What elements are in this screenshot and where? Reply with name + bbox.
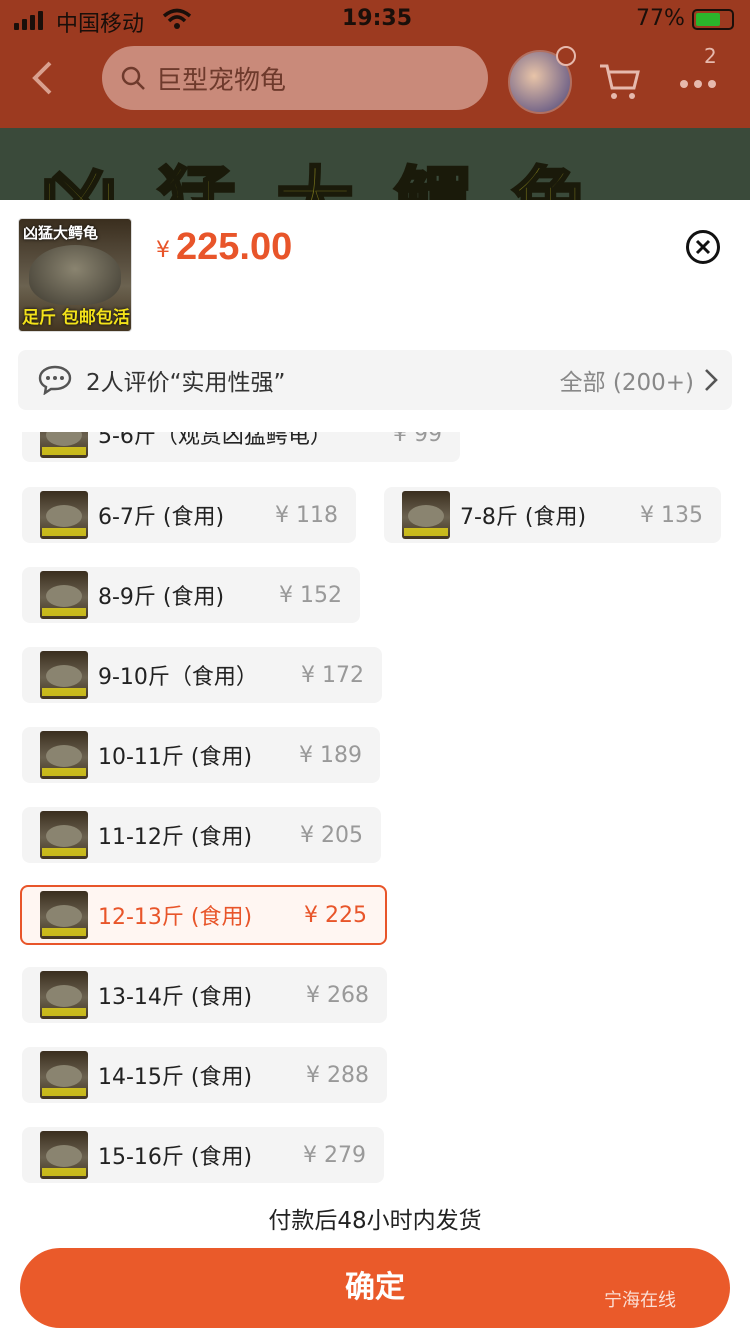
sku-option[interactable]: 15-16斤 (食用) ¥ 279 xyxy=(22,1127,384,1183)
price-value: 225.00 xyxy=(176,226,293,268)
sku-option-list: 5-6斤（观赏凶猛鳄龟） ¥ 99 6-7斤 (食用) ¥ 118 7-8斤 (… xyxy=(0,432,750,1187)
signal-icon xyxy=(14,10,43,30)
product-thumbnail[interactable]: 凶猛大鳄龟 足斤 包邮包活 xyxy=(18,218,132,332)
sku-option-price: ¥ 135 xyxy=(640,502,703,528)
turtle-image xyxy=(29,245,121,305)
back-button[interactable] xyxy=(30,60,70,104)
thumbnail-caption-bottom: 足斤 包邮包活 xyxy=(22,308,130,328)
product-banner-image: 凶猛大鳄龟 xyxy=(0,128,750,200)
sku-option-label: 12-13斤 (食用) xyxy=(98,905,253,930)
product-price: ¥225.00 xyxy=(156,226,292,269)
battery-percent: 77% xyxy=(636,6,685,31)
sku-thumbnail xyxy=(40,731,88,779)
clock: 19:35 xyxy=(342,6,413,31)
review-text: 2人评价“实用性强” xyxy=(86,370,286,396)
sku-option[interactable]: 11-12斤 (食用) ¥ 205 xyxy=(22,807,381,863)
status-bar: 中国移动 19:35 77% xyxy=(0,0,750,40)
sku-option-selected[interactable]: 12-13斤 (食用) ¥ 225 xyxy=(20,885,387,945)
sku-option-price: ¥ 152 xyxy=(279,582,342,608)
sku-option-label: 10-11斤 (食用) xyxy=(98,745,253,770)
sku-option-label: 13-14斤 (食用) xyxy=(98,985,253,1010)
sku-option[interactable]: 8-9斤 (食用) ¥ 152 xyxy=(22,567,360,623)
sku-option-label: 14-15斤 (食用) xyxy=(98,1065,253,1090)
sku-option[interactable]: 14-15斤 (食用) ¥ 288 xyxy=(22,1047,387,1103)
search-input[interactable]: 巨型宠物龟 xyxy=(102,46,488,110)
sku-option-price: ¥ 99 xyxy=(393,432,442,447)
sku-thumbnail xyxy=(40,491,88,539)
sku-option[interactable]: 7-8斤 (食用) ¥ 135 xyxy=(384,487,721,543)
thumbnail-caption-top: 凶猛大鳄龟 xyxy=(23,224,99,242)
sku-option-price: ¥ 279 xyxy=(303,1142,366,1168)
review-all-count: 全部 (200+) xyxy=(559,370,694,396)
review-summary-bar[interactable]: 2人评价“实用性强” 全部 (200+) xyxy=(18,350,732,410)
sku-option-price: ¥ 225 xyxy=(304,902,367,928)
sku-thumbnail xyxy=(40,1131,88,1179)
sku-thumbnail xyxy=(40,432,88,458)
sku-selection-sheet: 凶猛大鳄龟 足斤 包邮包活 ¥225.00 2人评价“实用性强” 全部 (200… xyxy=(0,200,750,1334)
sku-option[interactable]: 13-14斤 (食用) ¥ 268 xyxy=(22,967,387,1023)
sku-option-label: 9-10斤（食用） xyxy=(98,665,258,690)
sku-thumbnail xyxy=(40,891,88,939)
sku-option[interactable]: 9-10斤（食用） ¥ 172 xyxy=(22,647,382,703)
search-icon xyxy=(121,66,145,90)
top-nav: 巨型宠物龟 2 xyxy=(0,42,750,122)
sku-thumbnail xyxy=(40,651,88,699)
sku-thumbnail xyxy=(40,811,88,859)
sku-thumbnail xyxy=(40,571,88,619)
sku-option[interactable]: 5-6斤（观赏凶猛鳄龟） ¥ 99 xyxy=(22,432,460,462)
message-count-badge: 2 xyxy=(704,44,717,68)
search-placeholder: 巨型宠物龟 xyxy=(156,65,287,96)
chevron-left-icon xyxy=(32,61,52,95)
chat-bubble-icon xyxy=(38,365,72,395)
more-button[interactable]: 2 xyxy=(680,44,720,102)
more-dots-icon xyxy=(680,80,716,88)
sku-option-label: 8-9斤 (食用) xyxy=(98,585,225,610)
sku-option-label: 15-16斤 (食用) xyxy=(98,1145,253,1170)
close-button[interactable] xyxy=(686,230,720,264)
sku-option-price: ¥ 189 xyxy=(299,742,362,768)
avatar-status-dot xyxy=(556,46,576,66)
sku-thumbnail xyxy=(40,1051,88,1099)
background-page: 中国移动 19:35 77% 巨型宠物龟 2 凶猛大鳄龟 xyxy=(0,0,750,200)
wifi-icon xyxy=(162,8,192,29)
banner-text: 凶猛大鳄龟 xyxy=(38,142,630,201)
sku-option-price: ¥ 268 xyxy=(306,982,369,1008)
sku-thumbnail xyxy=(402,491,450,539)
sku-thumbnail xyxy=(40,971,88,1019)
sku-option[interactable]: 10-11斤 (食用) ¥ 189 xyxy=(22,727,380,783)
sku-option-label: 7-8斤 (食用) xyxy=(460,505,587,530)
chevron-right-icon xyxy=(705,369,718,391)
carrier-label: 中国移动 xyxy=(56,12,145,37)
sku-option-price: ¥ 118 xyxy=(275,502,338,528)
sku-option-price: ¥ 205 xyxy=(300,822,363,848)
close-icon xyxy=(695,239,711,255)
sku-option[interactable]: 6-7斤 (食用) ¥ 118 xyxy=(22,487,356,543)
sku-option-label: 6-7斤 (食用) xyxy=(98,505,225,530)
watermark: 宁海在线 xyxy=(604,1290,676,1311)
sku-option-label: 5-6斤（观赏凶猛鳄龟） xyxy=(98,432,332,449)
sku-option-label: 11-12斤 (食用) xyxy=(98,825,253,850)
shipping-note: 付款后48小时内发货 xyxy=(268,1208,482,1234)
battery-icon xyxy=(692,9,734,30)
cart-icon[interactable] xyxy=(598,60,642,104)
sku-option-price: ¥ 288 xyxy=(306,1062,369,1088)
avatar[interactable] xyxy=(508,46,576,114)
sku-option-price: ¥ 172 xyxy=(301,662,364,688)
currency-symbol: ¥ xyxy=(156,238,170,263)
